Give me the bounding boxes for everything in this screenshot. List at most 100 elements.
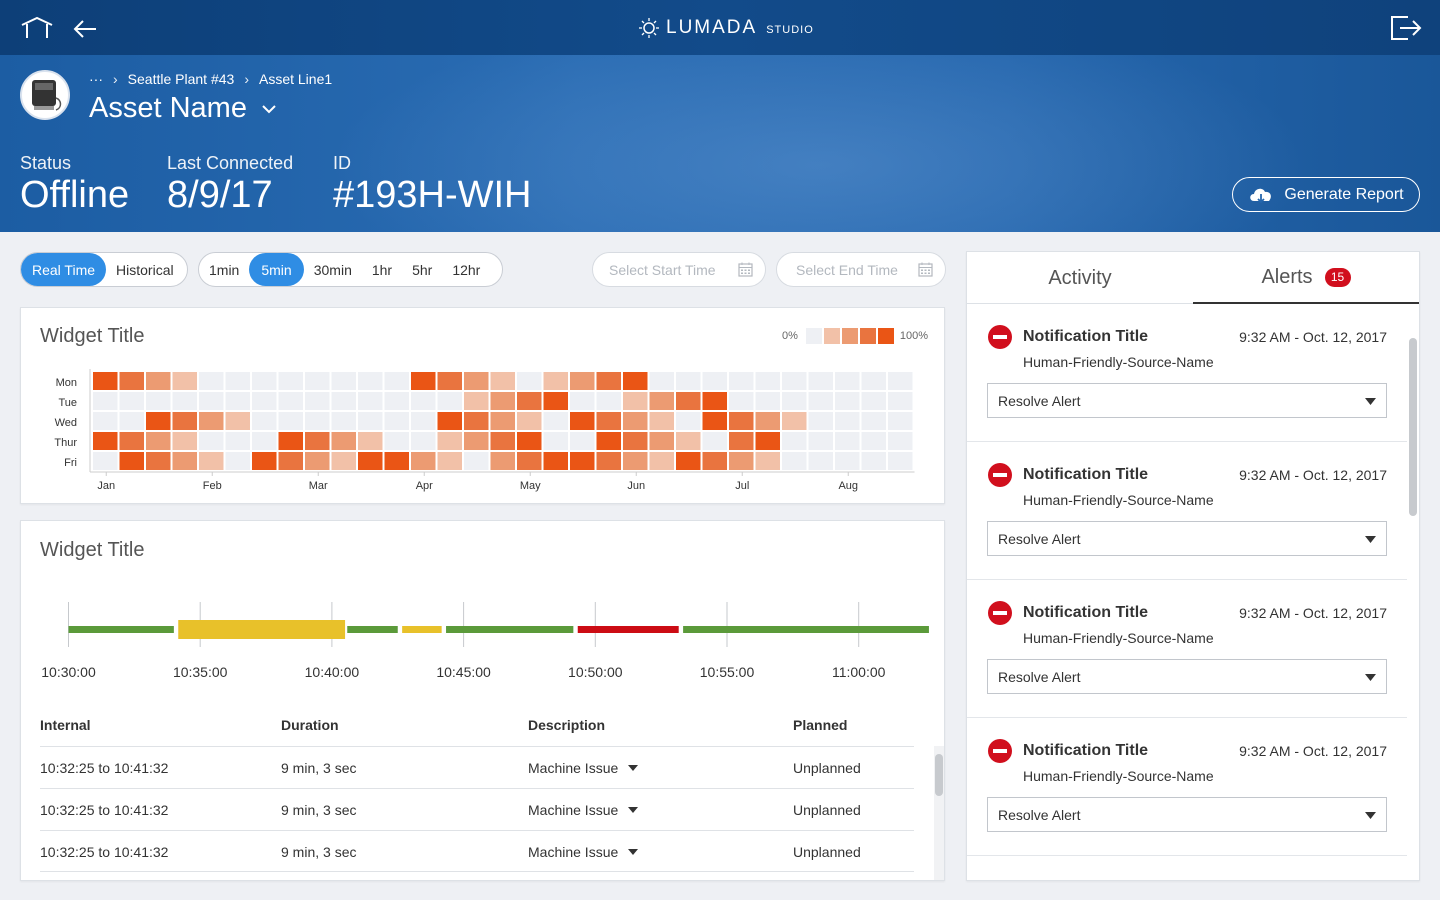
heatmap-cell [225,372,250,390]
interval-12hr[interactable]: 12hr [442,253,490,286]
heatmap-cell [649,392,674,410]
alert-time: 9:32 AM - Oct. 12, 2017 [1239,743,1387,759]
interval-1min[interactable]: 1min [199,253,249,286]
resolve-alert-label: Resolve Alert [998,530,1081,547]
caret-down-icon [628,807,639,813]
alert-title: Notification Title [1023,466,1149,483]
interval-5min[interactable]: 5min [249,253,304,286]
resolve-alert-select[interactable]: Resolve Alert [987,521,1387,556]
heatmap-cell [464,392,489,410]
description-dropdown[interactable]: Machine Issue [528,760,639,776]
heatmap-cell [835,372,860,390]
resolve-alert-select[interactable]: Resolve Alert [987,383,1387,418]
id-value: #193H-WIH [333,174,532,216]
alerts-scrollbar-thumb[interactable] [1409,338,1417,516]
table-scrollbar-thumb[interactable] [935,754,943,796]
timeline-tick-label: 11:00:00 [832,664,886,680]
resolve-alert-label: Resolve Alert [998,806,1081,823]
tab-activity[interactable]: Activity [967,252,1193,304]
interval-30min[interactable]: 30min [304,253,362,286]
heatmap-cell [888,432,913,450]
start-time-input[interactable]: Select Start Time [592,252,766,287]
alert-item: Notification Title 9:32 AM - Oct. 12, 20… [967,304,1407,442]
mode-real-time[interactable]: Real Time [21,253,107,286]
resolve-alert-select[interactable]: Resolve Alert [987,797,1387,832]
heatmap-cell [490,392,515,410]
heatmap-cell [411,432,436,450]
alert-title: Notification Title [1023,742,1149,759]
logout-icon[interactable] [1390,15,1422,46]
mode-historical[interactable]: Historical [106,253,184,286]
status-label: Status [20,153,72,173]
table-scrollbar[interactable] [934,746,944,880]
heatmap-cell [570,452,595,470]
heatmap-cell [517,372,542,390]
heatmap-cell [596,452,621,470]
heatmap-cell [596,412,621,430]
heatmap-cell [888,412,913,430]
column-header-duration[interactable]: Duration [281,717,339,733]
column-header-internal[interactable]: Internal [40,717,91,733]
heatmap-row-label: Wed [55,417,77,429]
alerts-scrollbar[interactable] [1407,304,1419,880]
interval-1hr[interactable]: 1hr [362,253,402,286]
alert-source: Human-Friendly-Source-Name [1023,768,1214,784]
breadcrumb-line[interactable]: Asset Line1 [259,71,332,87]
heatmap-cell [305,452,330,470]
description-dropdown[interactable]: Machine Issue [528,844,639,860]
heatmap-chart: Mon Tue Wed Thur Fri Jan Feb Mar Apr May Jun Jul Aug [54,369,915,492]
timeline-segment-green [683,626,929,633]
alerts-panel: Activity Alerts 15 Notification Title 9:… [966,251,1420,881]
tab-alerts-label: Alerts [1261,265,1313,288]
heatmap-cell [331,412,356,430]
heatmap-cell [835,412,860,430]
description-dropdown[interactable]: Machine Issue [528,802,639,818]
heatmap-cell [225,432,250,450]
heatmap-cell [172,432,197,450]
heatmap-x-tick-label: Aug [838,480,858,492]
timeline-segment-green [446,626,574,633]
timeline-segment-green [68,626,174,633]
breadcrumb-ellipsis[interactable]: ··· [89,71,103,87]
end-time-placeholder: Select End Time [796,261,898,278]
cell-description: Machine Issue [528,802,619,818]
heatmap-cell [119,392,144,410]
heatmap-cell [755,372,780,390]
caret-down-icon [628,849,639,855]
breadcrumb-plant[interactable]: Seattle Plant #43 [128,71,235,87]
heatmap-row-label: Tue [58,397,77,409]
end-time-input[interactable]: Select End Time [776,252,946,287]
column-header-planned[interactable]: Planned [793,717,847,733]
heatmap-cell [252,432,277,450]
resolve-alert-select[interactable]: Resolve Alert [987,659,1387,694]
heatmap-x-tick-label: Jun [627,480,645,492]
asset-name-dropdown[interactable]: Asset Name [89,92,277,125]
timeline-segment-red [577,626,679,633]
heatmap-cell [649,432,674,450]
heatmap-cell [252,412,277,430]
heatmap-widget: Widget Title 0% 100% Mon Tue Wed Thur Fri Jan… [20,307,945,504]
calendar-icon [738,262,753,277]
heatmap-cell [146,392,171,410]
back-arrow-icon[interactable] [72,18,98,45]
heatmap-cell [888,452,913,470]
heatmap-cell [411,392,436,410]
caret-down-icon [1365,812,1376,819]
heatmap-cell [729,452,754,470]
heatmap-cell [199,372,224,390]
generate-report-button[interactable]: Generate Report [1232,177,1420,212]
heatmap-cell [888,372,913,390]
brand-sun-icon [639,18,659,38]
heatmap-cell [278,432,303,450]
tab-alerts[interactable]: Alerts 15 [1193,252,1419,304]
timeline-tick-label: 10:40:00 [305,664,360,680]
alert-item: Notification Title 9:32 AM - Oct. 12, 20… [967,718,1407,856]
column-header-description[interactable]: Description [528,717,605,733]
brand-logo: LUMADA STUDIO [638,14,814,42]
heatmap-cell [384,412,409,430]
home-icon[interactable] [20,16,54,45]
cell-interval: 10:32:25 to 10:41:32 [40,844,169,860]
heatmap-cell [278,392,303,410]
heatmap-cell [676,392,701,410]
interval-5hr[interactable]: 5hr [402,253,442,286]
